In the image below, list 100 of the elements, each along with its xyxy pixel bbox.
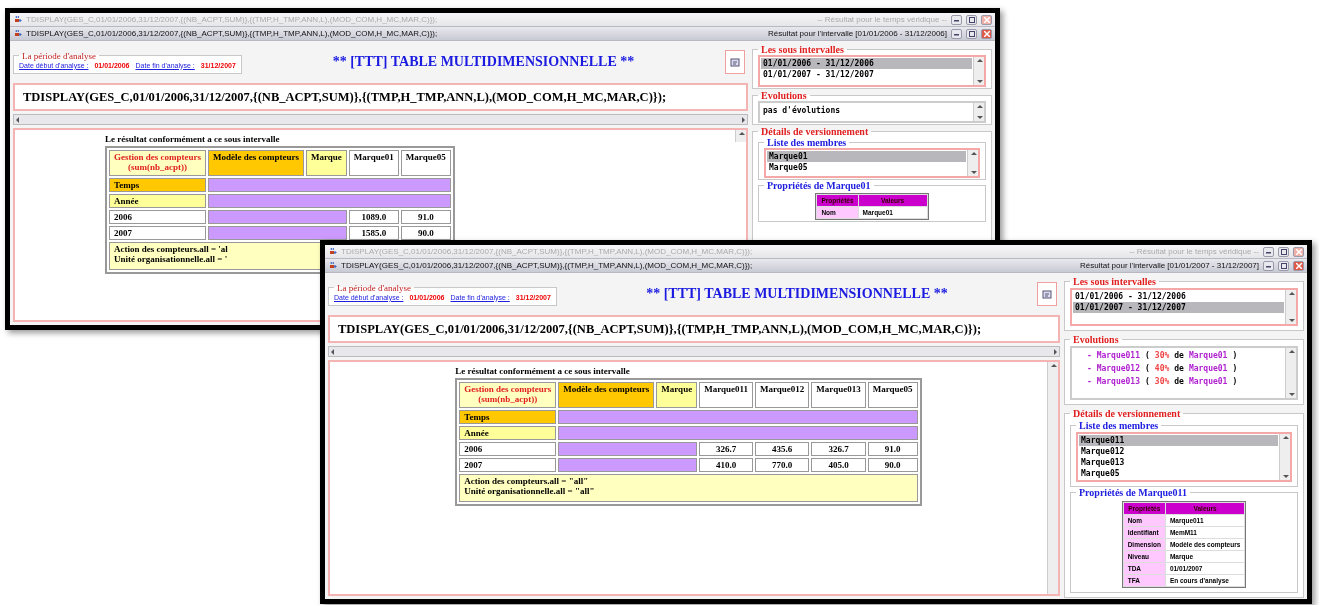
table-row-header: Temps <box>459 410 557 424</box>
minimize-icon[interactable] <box>1263 246 1274 257</box>
document-icon <box>1041 288 1053 300</box>
scroll-left-arrow-icon[interactable] <box>14 116 21 123</box>
list-item[interactable]: 01/01/2006 - 31/12/2006 <box>1073 291 1284 302</box>
scroll-right-arrow-icon[interactable] <box>740 116 747 123</box>
query-text: TDISPLAY(GES_C,01/01/2006,31/12/2007,{(NB_ACPT,SUM)},{(TMP,H_TMP,ANN,L),(MOD_COM,H_MC,MAR,C)}); <box>13 83 748 111</box>
list-item[interactable]: Marque05 <box>767 162 966 173</box>
window-title: TDISPLAY(GES_C,01/01/2006,31/12/2007,{(NB_ACPT,SUM)},{(TMP,H_TMP,ANN,L),(MOD_COM,H_MC,MAR,C)}); <box>26 29 438 38</box>
scroll-down-arrow-icon[interactable] <box>969 169 977 176</box>
scroll-up-arrow-icon[interactable] <box>975 57 983 64</box>
scrollbar[interactable] <box>1047 362 1058 594</box>
scroll-down-arrow-icon[interactable] <box>975 78 983 85</box>
panel-legend: Propriétés de Marque011 <box>1076 487 1190 498</box>
list-item[interactable]: Marque05 <box>1079 468 1278 479</box>
table-header-cell: Marque05 <box>867 382 918 408</box>
scrollbar[interactable] <box>1285 290 1296 324</box>
table-header-cell: Marque011 <box>699 382 753 408</box>
evolution-line: - Marque011 ( 30% de Marque01 ) <box>1086 350 1239 362</box>
close-icon[interactable] <box>981 28 992 39</box>
table-row-header: 2006 <box>109 210 206 224</box>
panel-legend: Détails de versionnement <box>758 126 872 137</box>
scrollbar[interactable] <box>973 57 984 85</box>
query-text: TDISPLAY(GES_C,01/01/2006,31/12/2007,{(NB_ACPT,SUM)},{(TMP,H_TMP,ANN,L),(MOD_COM,H_MC,MAR,C)}); <box>328 315 1060 343</box>
table-row-header: Année <box>109 194 206 208</box>
minimize-icon[interactable] <box>951 28 962 39</box>
table-cell: 90.0 <box>867 458 918 472</box>
table-cell: 1585.0 <box>348 226 399 240</box>
scroll-right-arrow-icon[interactable] <box>1052 348 1059 355</box>
panel-legend: La période d'analyse <box>19 50 100 61</box>
minimize-icon[interactable] <box>951 14 962 25</box>
table-row-header: Temps <box>109 178 206 192</box>
scroll-down-arrow-icon[interactable] <box>1281 473 1289 480</box>
panel-legend: Les sous intervalles <box>758 44 847 55</box>
page-heading: ** [TTT] TABLE MULTIDIMENSIONNELLE ** <box>645 286 949 302</box>
table-cell: 326.7 <box>699 442 753 456</box>
panel-legend: Evolutions <box>758 90 810 101</box>
toolbar-button[interactable] <box>725 50 745 74</box>
table-footer-cell: Action des compteurs.all = "all" Unité organisationnelle.all = "all" <box>459 474 918 502</box>
table-header-cell: Marque01 <box>348 150 399 176</box>
maximize-icon[interactable] <box>1278 246 1289 257</box>
table-cell: 435.6 <box>755 442 810 456</box>
scroll-up-arrow-icon[interactable] <box>975 103 983 110</box>
panel-legend: Liste des membres <box>1076 420 1162 431</box>
close-icon[interactable] <box>1293 260 1304 271</box>
scrollbar[interactable] <box>1285 348 1296 398</box>
maximize-icon[interactable] <box>966 28 977 39</box>
table-cell: 1089.0 <box>348 210 399 224</box>
list-item[interactable]: 01/01/2006 - 31/12/2006 <box>761 58 972 69</box>
window-status: Résultat pour l'intervalle [01/01/2007 - 31/12/2007] <box>1080 261 1259 270</box>
list-item[interactable]: Marque012 <box>1079 446 1278 457</box>
window-title: TDISPLAY(GES_C,01/01/2006,31/12/2007,{(NB_ACPT,SUM)},{(TMP,H_TMP,ANN,L),(MOD_COM,H_MC,MAR,C)}); <box>26 15 438 24</box>
close-icon[interactable] <box>981 14 992 25</box>
scroll-up-arrow-icon[interactable] <box>1049 362 1057 369</box>
scroll-up-arrow-icon[interactable] <box>1287 348 1295 355</box>
list-item[interactable]: 01/01/2007 - 31/12/2007 <box>761 69 972 80</box>
result-caption: Le résultat conformément a ce sous intervalle <box>105 134 281 144</box>
scroll-up-arrow-icon[interactable] <box>969 150 977 157</box>
table-header-cell: Marque05 <box>400 150 451 176</box>
panel-legend: Détails de versionnement <box>1070 408 1184 419</box>
panel-legend: La période d'analyse <box>334 282 415 293</box>
panel-legend: Les sous intervalles <box>1070 276 1159 287</box>
evolution-line: - Marque012 ( 40% de Marque01 ) <box>1086 363 1239 375</box>
scroll-down-arrow-icon[interactable] <box>975 114 983 121</box>
result-caption: Le résultat conformément a ce sous intervalle <box>455 366 631 376</box>
scroll-down-arrow-icon[interactable] <box>1287 391 1295 398</box>
table-cell: 410.0 <box>699 458 753 472</box>
horizontal-scrollbar[interactable] <box>328 346 1060 357</box>
scroll-left-arrow-icon[interactable] <box>329 348 336 355</box>
scrollbar[interactable] <box>735 130 746 142</box>
table-header-cell: Modèle des compteurs <box>208 150 304 176</box>
maximize-icon[interactable] <box>1278 260 1289 271</box>
table-corner-cell: Gestion des compteurs (sum(nb_acpt)) <box>459 382 557 408</box>
scrollbar[interactable] <box>967 150 978 176</box>
table-cell: 405.0 <box>811 458 866 472</box>
minimize-icon[interactable] <box>1263 260 1274 271</box>
table-row-header: 2007 <box>109 226 206 240</box>
table-header-cell: Marque <box>306 150 347 176</box>
list-item[interactable]: Marque011 <box>1079 435 1278 446</box>
maximize-icon[interactable] <box>966 14 977 25</box>
list-item[interactable]: Marque01 <box>767 151 966 162</box>
panel-legend: Liste des membres <box>764 137 850 148</box>
scroll-up-arrow-icon[interactable] <box>1281 434 1289 441</box>
scrollbar[interactable] <box>1279 434 1290 480</box>
window-status: Résultat pour l'intervalle [01/01/2006 - 31/12/2006] <box>768 29 947 38</box>
table-row-header: 2007 <box>459 458 557 472</box>
table-cell: 326.7 <box>811 442 866 456</box>
scroll-up-arrow-icon[interactable] <box>737 130 745 137</box>
list-item[interactable]: Marque013 <box>1079 457 1278 468</box>
list-item[interactable]: 01/01/2007 - 31/12/2007 <box>1073 302 1284 313</box>
table-cell: 91.0 <box>867 442 918 456</box>
document-icon <box>729 56 741 68</box>
table-header-cell: Modèle des compteurs <box>558 382 655 408</box>
panel-legend: Evolutions <box>1070 334 1122 345</box>
scroll-up-arrow-icon[interactable] <box>1287 290 1295 297</box>
scroll-down-arrow-icon[interactable] <box>1287 317 1295 324</box>
toolbar-button[interactable] <box>1037 282 1057 306</box>
horizontal-scrollbar[interactable] <box>13 114 748 125</box>
close-icon[interactable] <box>1293 246 1304 257</box>
scrollbar[interactable] <box>973 103 984 121</box>
